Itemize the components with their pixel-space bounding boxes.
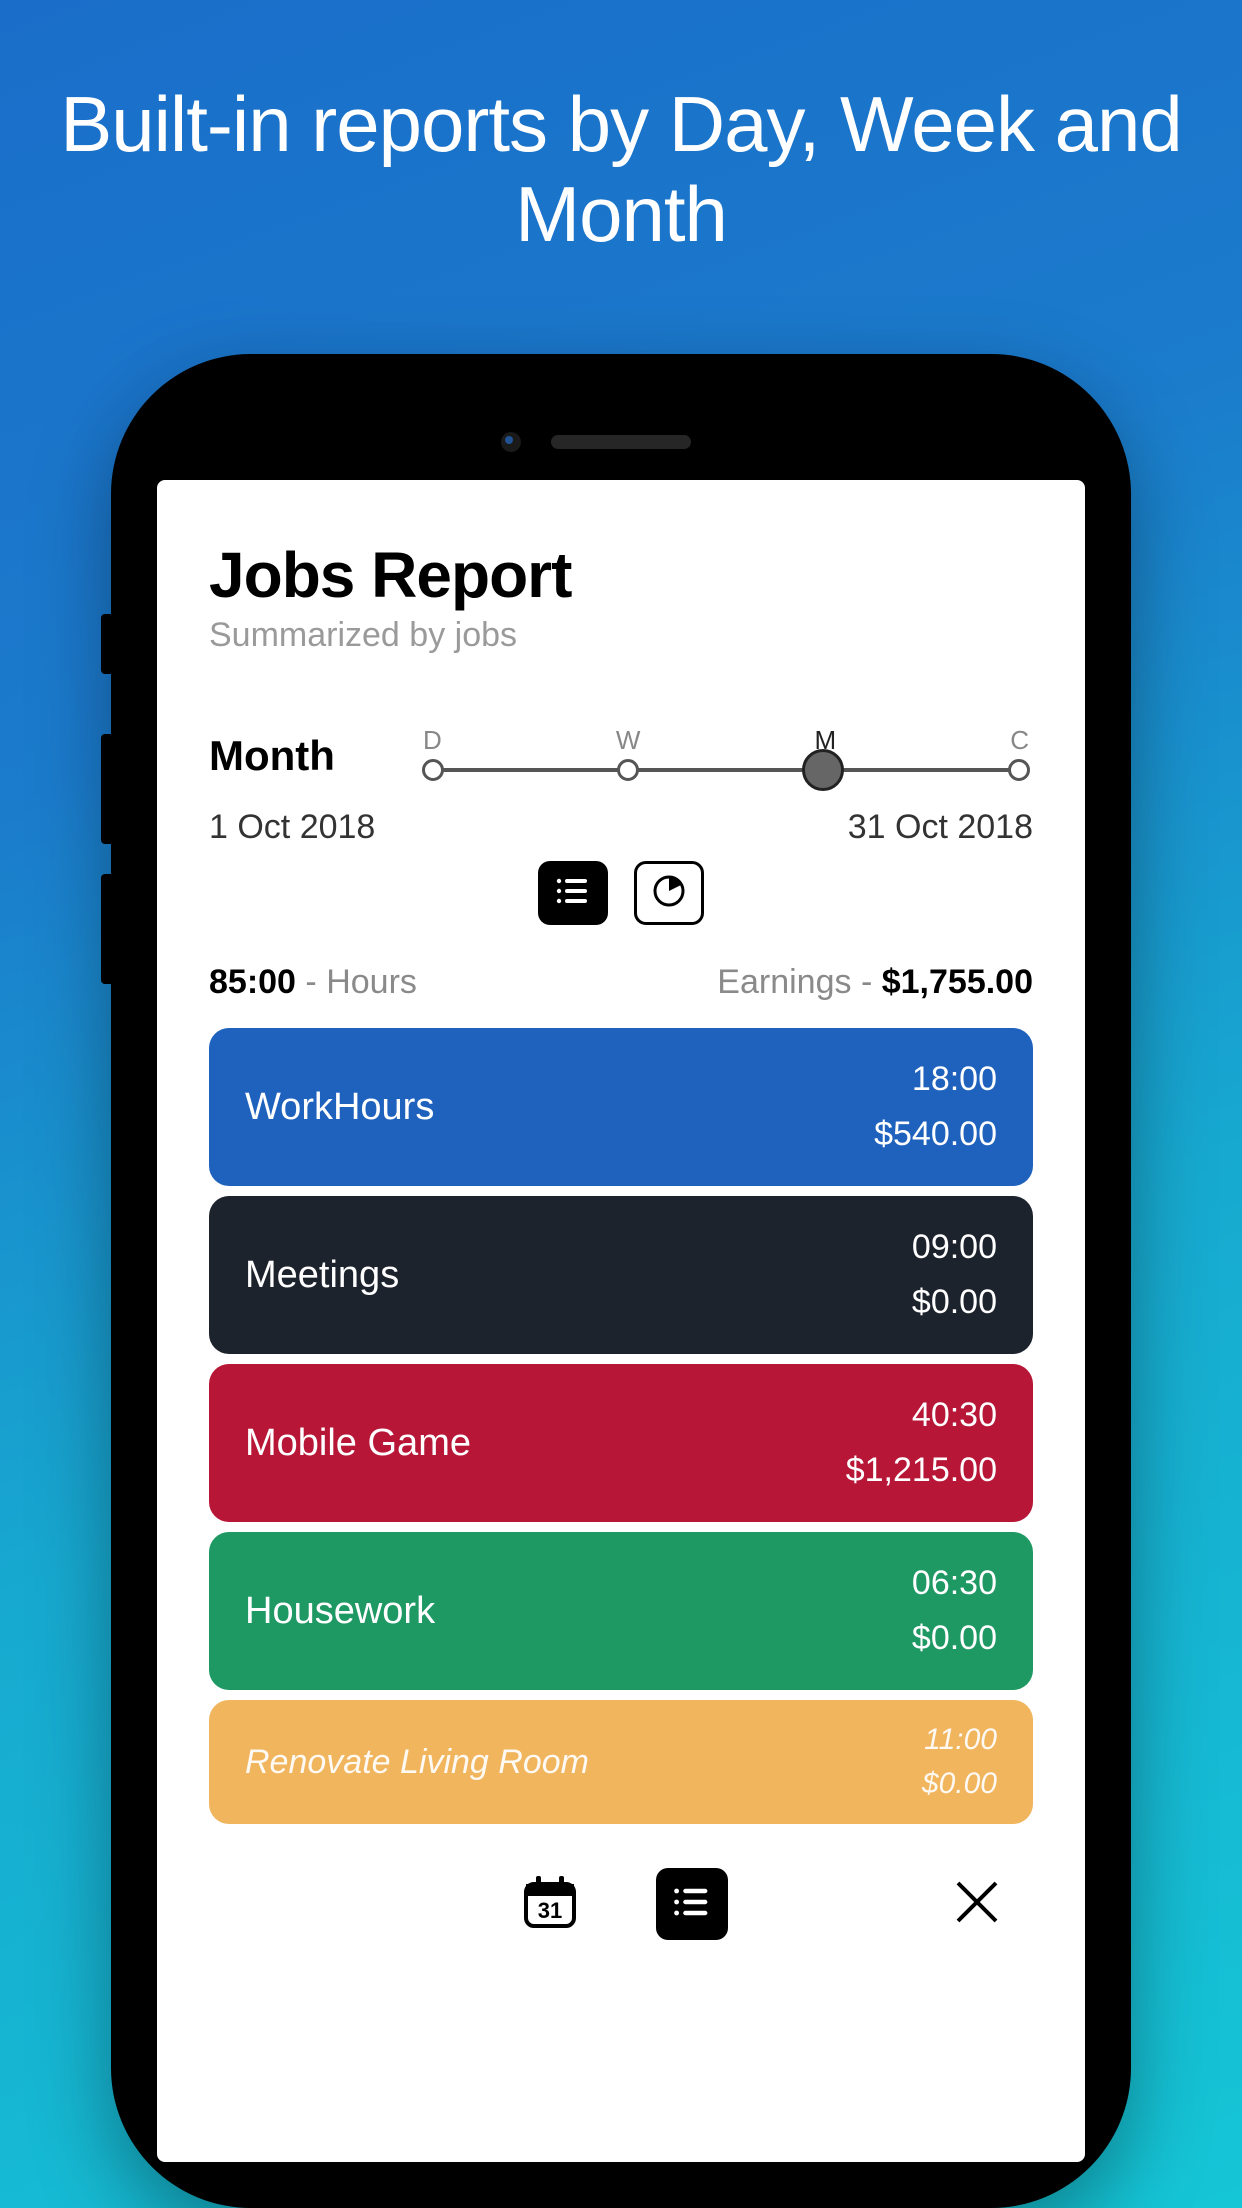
job-name: Renovate Living Room: [245, 1743, 589, 1782]
period-slider[interactable]: [433, 768, 1019, 772]
mute-switch: [101, 614, 111, 674]
calendar-button[interactable]: 31: [514, 1868, 586, 1940]
period-start-date: 1 Oct 2018: [209, 808, 375, 847]
job-values: 11:00 $0.00: [922, 1723, 997, 1801]
job-hours: 09:00: [912, 1228, 997, 1267]
svg-text:31: 31: [538, 1898, 562, 1923]
total-hours-value: 85:00: [209, 963, 296, 1001]
job-earnings: $0.00: [912, 1619, 997, 1658]
slider-stop-m[interactable]: [802, 749, 844, 791]
job-card[interactable]: Meetings 09:00 $0.00: [209, 1196, 1033, 1354]
job-name: WorkHours: [245, 1086, 434, 1129]
bottom-bar: 31: [157, 1868, 1085, 1940]
job-values: 09:00 $0.00: [912, 1228, 997, 1322]
job-earnings: $0.00: [922, 1767, 997, 1801]
job-values: 06:30 $0.00: [912, 1564, 997, 1658]
app-screen: Jobs Report Summarized by jobs Month D W…: [157, 480, 1085, 2162]
phone-speaker: [551, 435, 691, 449]
phone-camera: [501, 432, 521, 452]
report-button[interactable]: [656, 1868, 728, 1940]
period-option-d[interactable]: D: [423, 725, 442, 756]
job-values: 18:00 $540.00: [874, 1060, 997, 1154]
chart-view-button[interactable]: [634, 861, 704, 925]
pie-chart-icon: [650, 872, 688, 915]
promo-headline: Built-in reports by Day, Week and Month: [0, 80, 1242, 259]
slider-stop-d[interactable]: [422, 759, 444, 781]
page-title: Jobs Report: [209, 538, 1033, 612]
job-hours: 11:00: [922, 1723, 997, 1757]
total-hours-label: Hours: [326, 963, 417, 1001]
total-earnings-value: $1,755.00: [882, 963, 1033, 1001]
period-option-w[interactable]: W: [616, 725, 641, 756]
list-icon: [670, 1880, 714, 1929]
job-card[interactable]: Mobile Game 40:30 $1,215.00: [209, 1364, 1033, 1522]
list-view-button[interactable]: [538, 861, 608, 925]
period-label: Month: [209, 732, 409, 780]
job-name: Housework: [245, 1590, 435, 1633]
page-subtitle: Summarized by jobs: [209, 616, 1033, 655]
job-earnings: $540.00: [874, 1115, 997, 1154]
job-hours: 18:00: [874, 1060, 997, 1099]
job-name: Meetings: [245, 1254, 399, 1297]
slider-stop-c[interactable]: [1008, 759, 1030, 781]
job-card[interactable]: WorkHours 18:00 $540.00: [209, 1028, 1033, 1186]
job-hours: 40:30: [846, 1396, 997, 1435]
list-icon: [553, 872, 593, 915]
close-icon: [950, 1875, 1004, 1934]
job-card[interactable]: Housework 06:30 $0.00: [209, 1532, 1033, 1690]
period-option-c[interactable]: C: [1010, 725, 1029, 756]
volume-up-button: [101, 734, 111, 844]
job-earnings: $1,215.00: [846, 1451, 997, 1490]
job-hours: 06:30: [912, 1564, 997, 1603]
job-name: Mobile Game: [245, 1422, 471, 1465]
job-values: 40:30 $1,215.00: [846, 1396, 997, 1490]
calendar-icon: 31: [520, 1872, 580, 1937]
slider-stop-w[interactable]: [617, 759, 639, 781]
close-button[interactable]: [941, 1868, 1013, 1940]
total-earnings: Earnings - $1,755.00: [717, 963, 1033, 1002]
phone-frame: Jobs Report Summarized by jobs Month D W…: [111, 354, 1131, 2208]
job-earnings: $0.00: [912, 1283, 997, 1322]
volume-down-button: [101, 874, 111, 984]
total-hours: 85:00 - Hours: [209, 963, 417, 1002]
job-list: WorkHours18:00$540.00Meetings09:00$0.00M…: [209, 1028, 1033, 1824]
period-end-date: 31 Oct 2018: [848, 808, 1033, 847]
period-slider-labels: D W M C: [419, 725, 1033, 756]
job-card[interactable]: Renovate Living Room 11:00 $0.00: [209, 1700, 1033, 1824]
total-earnings-label: Earnings: [717, 963, 851, 1001]
